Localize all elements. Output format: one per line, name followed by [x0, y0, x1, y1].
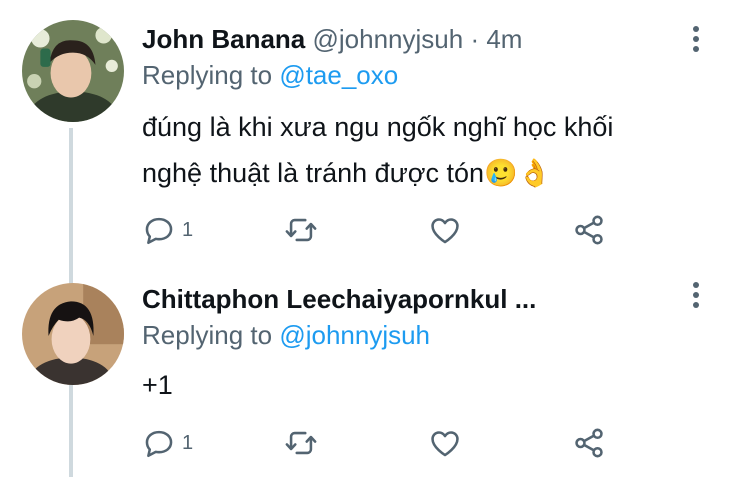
like-button[interactable]	[428, 210, 462, 250]
retweet-icon	[285, 218, 317, 242]
emoji: 🥲👌	[484, 158, 552, 188]
like-icon	[431, 218, 459, 244]
reply-icon	[145, 217, 173, 245]
avatar-image	[22, 283, 124, 385]
replying-to-label: Replying to	[142, 320, 273, 350]
retweet-icon	[285, 431, 317, 455]
reply-button[interactable]: 1	[142, 210, 193, 250]
reply-count: 1	[182, 218, 194, 241]
retweet-button[interactable]	[284, 423, 318, 463]
timestamp[interactable]: 4m	[486, 24, 522, 54]
replying-to-line: Replying to @tae_oxo	[142, 58, 398, 92]
reply-button[interactable]: 1	[142, 423, 193, 463]
tweet-text-line: +1	[142, 370, 173, 400]
replying-to-mention[interactable]: @tae_oxo	[279, 60, 398, 90]
reply-icon	[145, 430, 173, 458]
tweet-actions: 1	[142, 210, 622, 250]
tweet-text-line: nghệ thuật là tránh được tón🥲👌	[142, 158, 552, 188]
retweet-button[interactable]	[284, 210, 318, 250]
author-name[interactable]: John Banana	[142, 24, 305, 54]
share-icon	[575, 215, 603, 245]
avatar[interactable]	[22, 20, 124, 122]
like-icon	[431, 431, 459, 457]
replying-to-mention[interactable]: @johnnyjsuh	[279, 320, 430, 350]
replying-to-line: Replying to @johnnyjsuh	[142, 318, 430, 352]
reply-tweet[interactable]: Chittaphon Leechaiyapornkul ... Replying…	[0, 260, 750, 477]
share-button[interactable]	[572, 423, 606, 463]
tweet-text-line: đúng là khi xưa ngu ngốk nghĩ học khối	[142, 112, 614, 142]
like-button[interactable]	[428, 423, 462, 463]
share-icon	[575, 428, 603, 458]
tweet-header: John Banana @johnnyjsuh · 4m	[142, 22, 522, 56]
share-button[interactable]	[572, 210, 606, 250]
more-icon[interactable]	[692, 282, 700, 312]
tweet-actions: 1	[142, 423, 622, 463]
author-name[interactable]: Chittaphon Leechaiyapornkul ...	[142, 284, 536, 314]
tweet-text: đúng là khi xưa ngu ngốk nghĩ học khối n…	[142, 104, 712, 196]
avatar[interactable]	[22, 283, 124, 385]
tweet-header: Chittaphon Leechaiyapornkul ...	[142, 282, 536, 316]
tweet-text: +1	[142, 362, 712, 408]
reply-count: 1	[182, 431, 194, 454]
reply-tweet[interactable]: John Banana @johnnyjsuh · 4m Replying to…	[0, 0, 750, 260]
avatar-image	[22, 20, 124, 122]
separator-dot: ·	[470, 24, 480, 54]
replying-to-label: Replying to	[142, 60, 273, 90]
author-handle[interactable]: @johnnyjsuh	[312, 24, 463, 54]
more-icon[interactable]	[692, 26, 700, 56]
